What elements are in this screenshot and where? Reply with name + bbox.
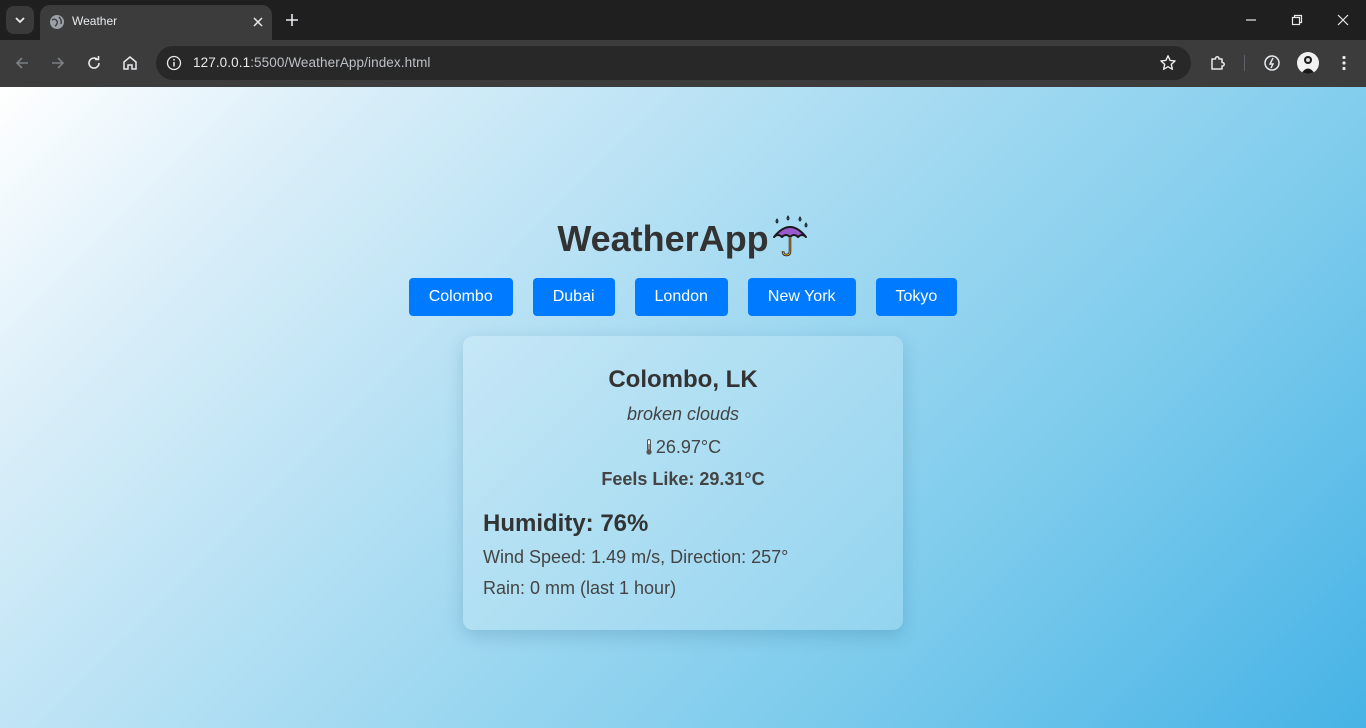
minimize-icon <box>1246 19 1256 21</box>
tab-strip: Weather <box>0 0 1366 40</box>
url-host: 127.0.0.1 <box>193 55 251 70</box>
weather-description: broken clouds <box>626 404 740 424</box>
toolbar-divider <box>1244 55 1245 71</box>
plus-icon <box>286 14 298 26</box>
reload-icon <box>88 56 100 69</box>
tab-title: Weather <box>72 14 118 28</box>
wind-info: Wind Speed: 1.49 m/s, Direction: 257° <box>483 547 789 567</box>
site-info-button[interactable] <box>162 51 186 75</box>
city-button-tokyo[interactable]: Tokyo <box>875 278 958 316</box>
humidity: Humidity: 76% <box>483 510 649 537</box>
city-button-new-york[interactable]: New York <box>747 278 856 316</box>
extensions-button[interactable] <box>1206 51 1230 75</box>
location-heading: Colombo, LK <box>608 366 758 393</box>
weather-card: Colombo, LK broken clouds 26.97°C Feels … <box>463 336 903 630</box>
menu-button[interactable] <box>1332 51 1356 75</box>
arrow-right-icon <box>52 57 65 69</box>
arrow-left-icon <box>15 57 28 69</box>
app-title: WeatherApp <box>0 215 1366 260</box>
address-bar[interactable]: 127.0.0.1:5500/WeatherApp/index.html <box>156 46 1191 80</box>
page-viewport: WeatherApp Colombo Dubai London New York… <box>0 87 1366 728</box>
close-icon <box>253 17 263 27</box>
feels-like: Feels Like: 29.31°C <box>601 469 765 489</box>
reload-button[interactable] <box>80 50 108 76</box>
back-button[interactable] <box>8 50 36 76</box>
bookmark-button[interactable] <box>1156 51 1180 75</box>
app-title-text: WeatherApp <box>557 218 769 259</box>
city-button-colombo[interactable]: Colombo <box>408 278 513 316</box>
url-text: 127.0.0.1:5500/WeatherApp/index.html <box>193 55 431 70</box>
temperature-value: 26.97°C <box>655 437 722 457</box>
info-icon <box>166 55 182 71</box>
browser-toolbar: 127.0.0.1:5500/WeatherApp/index.html <box>0 40 1366 87</box>
profile-avatar[interactable] <box>1297 52 1319 74</box>
new-tab-button[interactable] <box>282 10 302 30</box>
umbrella-with-rain-icon <box>772 215 808 257</box>
globe-icon <box>50 15 64 29</box>
city-button-london[interactable]: London <box>634 278 728 316</box>
close-icon <box>1337 14 1349 26</box>
thermometer-icon <box>646 439 652 455</box>
home-button[interactable] <box>116 50 144 76</box>
tab-search-button[interactable] <box>6 6 34 34</box>
city-button-row: Colombo Dubai London New York Tokyo <box>0 278 1366 316</box>
minimize-button[interactable] <box>1228 0 1274 40</box>
more-vertical-icon <box>1342 55 1346 71</box>
close-window-button[interactable] <box>1320 0 1366 40</box>
performance-button[interactable] <box>1260 51 1284 75</box>
speedometer-icon <box>1264 55 1280 71</box>
star-icon <box>1160 55 1176 70</box>
restore-icon <box>1291 14 1303 26</box>
tab-close-button[interactable] <box>248 12 268 32</box>
city-button-dubai[interactable]: Dubai <box>532 278 615 316</box>
forward-button[interactable] <box>44 50 72 76</box>
restore-button[interactable] <box>1274 0 1320 40</box>
puzzle-icon <box>1211 56 1225 70</box>
temperature: 26.97°C <box>463 437 903 458</box>
chevron-down-icon <box>15 17 25 24</box>
person-icon <box>1301 56 1315 74</box>
url-path: :5500/WeatherApp/index.html <box>250 55 431 70</box>
browser-tab[interactable]: Weather <box>40 5 272 40</box>
rain-info: Rain: 0 mm (last 1 hour) <box>483 578 677 598</box>
home-icon <box>123 56 137 70</box>
